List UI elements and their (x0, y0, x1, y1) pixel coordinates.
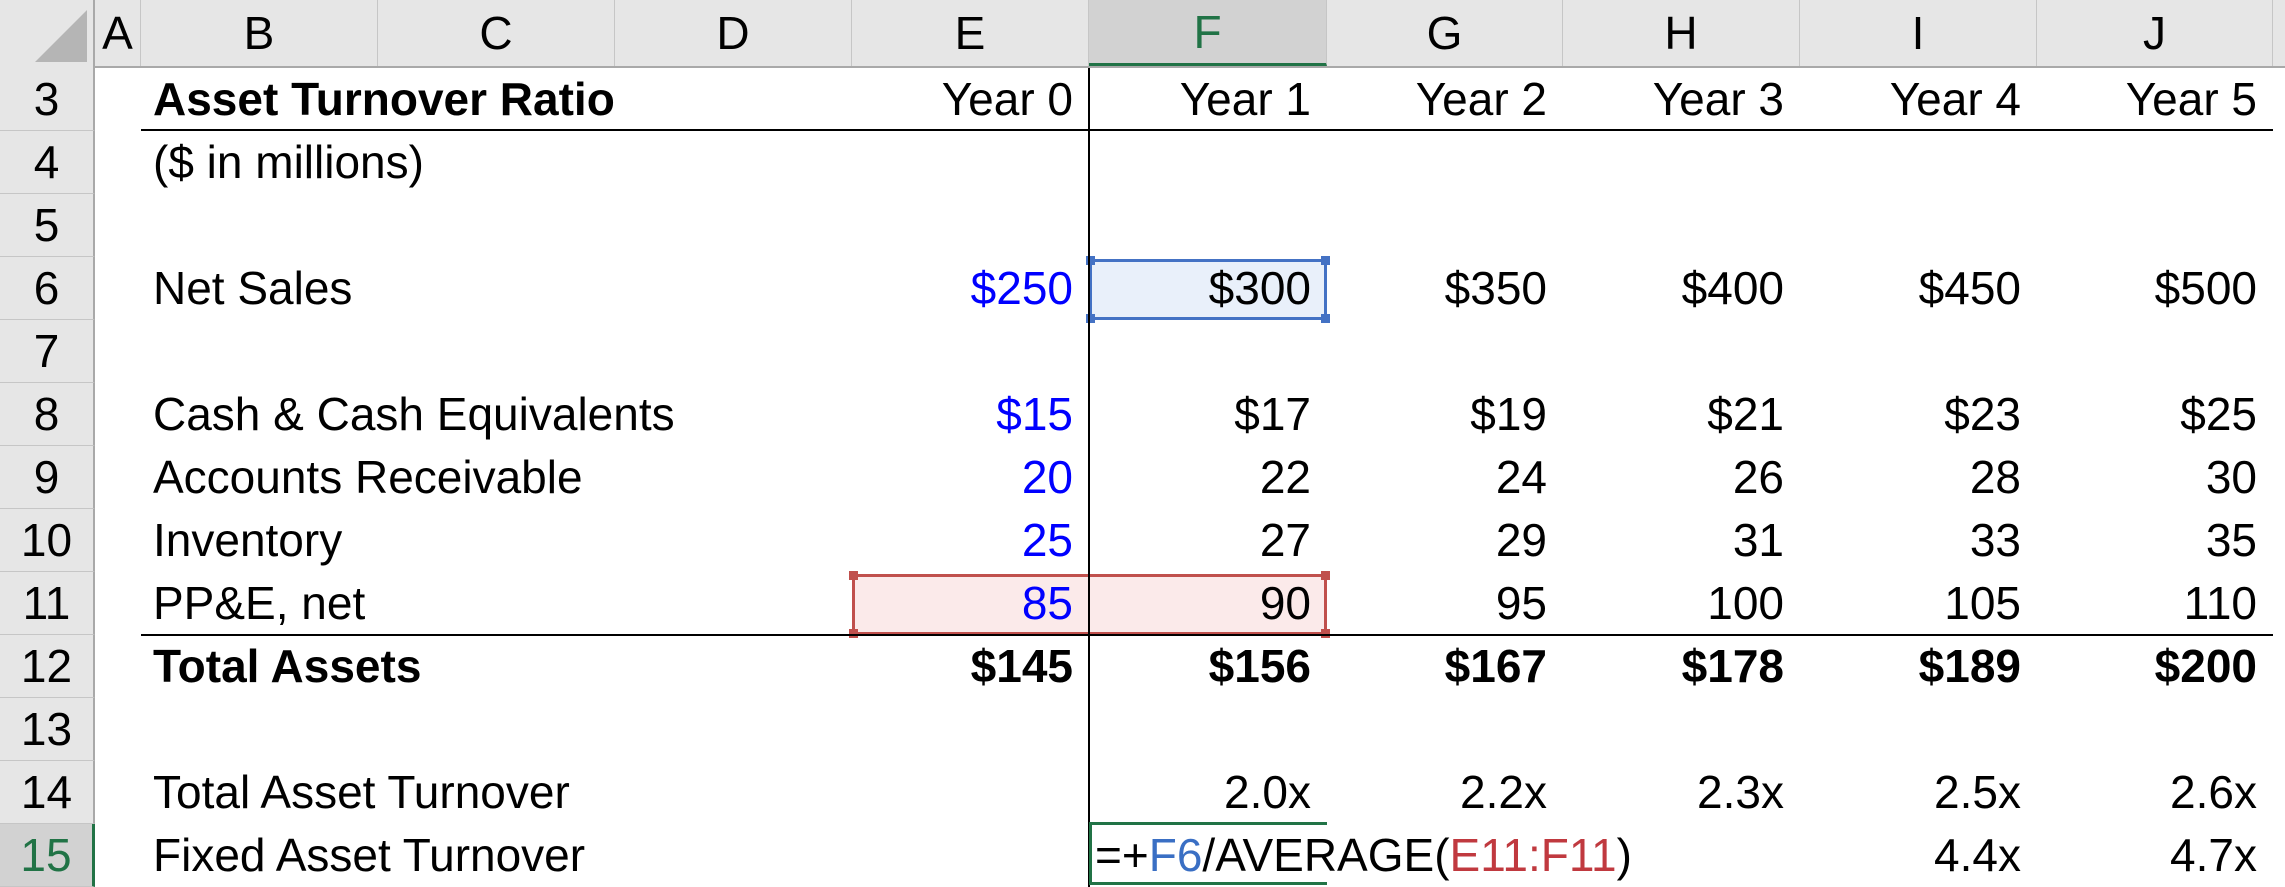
year-header-g: Year 2 (1415, 73, 1547, 125)
row-header-14[interactable]: 14 (0, 761, 95, 824)
column-header-b[interactable]: B (141, 0, 378, 66)
cell-h14[interactable]: 2.3x (1563, 761, 1800, 823)
cell-g6[interactable]: $350 (1327, 257, 1563, 319)
cell-f14[interactable]: 2.0x (1089, 761, 1327, 823)
row-label: Cash & Cash Equivalents (153, 388, 675, 440)
total-line (141, 634, 2273, 636)
cell-j10[interactable]: 35 (2037, 509, 2273, 571)
row-header-13[interactable]: 13 (0, 698, 95, 761)
cell-h11[interactable]: 100 (1563, 572, 1800, 634)
row-header-10[interactable]: 10 (0, 509, 95, 572)
column-header-k-partial[interactable] (2273, 0, 2285, 66)
year-header-e: Year 0 (941, 73, 1073, 125)
cell-i11[interactable]: 105 (1800, 572, 2037, 634)
cell-i10[interactable]: 33 (1800, 509, 2037, 571)
formula-part-blue-ref: F6 (1148, 829, 1203, 881)
column-header-d[interactable]: D (615, 0, 852, 66)
header-underline (141, 129, 2273, 131)
cell-g10[interactable]: 29 (1327, 509, 1563, 571)
row-header-3[interactable]: 3 (0, 68, 95, 131)
cell-h12[interactable]: $178 (1563, 635, 1800, 697)
cell-h10[interactable]: 31 (1563, 509, 1800, 571)
cell-i9[interactable]: 28 (1800, 446, 2037, 508)
cell-g8[interactable]: $19 (1327, 383, 1563, 445)
cell-g9[interactable]: 24 (1327, 446, 1563, 508)
cell-f12[interactable]: $156 (1089, 635, 1327, 697)
projection-divider (1088, 68, 1090, 887)
column-header-a[interactable]: A (95, 0, 141, 66)
cell-f9[interactable]: 22 (1089, 446, 1327, 508)
cell-j6[interactable]: $500 (2037, 257, 2273, 319)
cell-i14[interactable]: 2.5x (1800, 761, 2037, 823)
cell-i8[interactable]: $23 (1800, 383, 2037, 445)
formula-part-text: =+ (1095, 829, 1149, 881)
cell-h6[interactable]: $400 (1563, 257, 1800, 319)
formula-part-text: /AVERAGE( (1202, 829, 1450, 881)
column-header-j[interactable]: J (2037, 0, 2273, 66)
cell-j9[interactable]: 30 (2037, 446, 2273, 508)
cell-j15[interactable]: 4.7x (2037, 824, 2273, 886)
cell-f11[interactable]: 90 (1089, 572, 1327, 634)
cell-j8[interactable]: $25 (2037, 383, 2273, 445)
cell-e10[interactable]: 25 (852, 509, 1089, 571)
select-all-triangle-icon (35, 10, 87, 62)
column-header-i[interactable]: I (1800, 0, 2037, 66)
select-all-corner[interactable] (0, 0, 95, 68)
formula-part-text: ) (1616, 829, 1632, 881)
row-header-12[interactable]: 12 (0, 635, 95, 698)
row-label: Total Assets (153, 640, 422, 692)
row-label: Accounts Receivable (153, 451, 583, 503)
row-header-9[interactable]: 9 (0, 446, 95, 509)
cell-h9[interactable]: 26 (1563, 446, 1800, 508)
cell-g14[interactable]: 2.2x (1327, 761, 1563, 823)
cell-h8[interactable]: $21 (1563, 383, 1800, 445)
cell-j11[interactable]: 110 (2037, 572, 2273, 634)
cell-g11[interactable]: 95 (1327, 572, 1563, 634)
units-subtitle: ($ in millions) (153, 136, 424, 188)
year-header-h: Year 3 (1652, 73, 1784, 125)
row-header-6[interactable]: 6 (0, 257, 95, 320)
column-header-h[interactable]: H (1563, 0, 1800, 66)
row-header-4[interactable]: 4 (0, 131, 95, 194)
column-header-f[interactable]: F (1089, 0, 1327, 66)
cell-i6[interactable]: $450 (1800, 257, 2037, 319)
row-label: Fixed Asset Turnover (153, 829, 586, 881)
column-header-c[interactable]: C (378, 0, 615, 66)
year-header-f: Year 1 (1179, 73, 1311, 125)
year-header-i: Year 4 (1889, 73, 2021, 125)
row-label: Net Sales (153, 262, 353, 314)
cell-e9[interactable]: 20 (852, 446, 1089, 508)
formula-in-cell[interactable]: =+ F6/AVERAGE(E11:F11) (1089, 824, 1632, 886)
row-header-7[interactable]: 7 (0, 320, 95, 383)
row-header-15[interactable]: 15 (0, 824, 95, 887)
cell-f10[interactable]: 27 (1089, 509, 1327, 571)
row-header-11[interactable]: 11 (0, 572, 95, 635)
cell-i12[interactable]: $189 (1800, 635, 2037, 697)
cell-j12[interactable]: $200 (2037, 635, 2273, 697)
cell-g12[interactable]: $167 (1327, 635, 1563, 697)
row-label: Total Asset Turnover (153, 766, 570, 818)
cell-e8[interactable]: $15 (852, 383, 1089, 445)
spreadsheet-grid[interactable]: A B C D E F G H I J 3 4 5 6 7 8 9 10 11 12 13 14 15 Asset Turno… (0, 0, 2285, 887)
row-label: PP&E, net (153, 577, 366, 629)
cell-j14[interactable]: 2.6x (2037, 761, 2273, 823)
year-header-j: Year 5 (2125, 73, 2257, 125)
row-label: Inventory (153, 514, 343, 566)
row-header-8[interactable]: 8 (0, 383, 95, 446)
cell-e11[interactable]: 85 (852, 572, 1089, 634)
cell-f8[interactable]: $17 (1089, 383, 1327, 445)
column-header-g[interactable]: G (1327, 0, 1563, 66)
cell-i15[interactable]: 4.4x (1800, 824, 2037, 886)
cell-f6[interactable]: $300 (1089, 257, 1327, 319)
row-header-5[interactable]: 5 (0, 194, 95, 257)
cell-e6[interactable]: $250 (852, 257, 1089, 319)
column-header-e[interactable]: E (852, 0, 1089, 66)
formula-part-red-ref: E11:F11 (1449, 829, 1617, 881)
cell-e12[interactable]: $145 (852, 635, 1089, 697)
sheet-title: Asset Turnover Ratio (153, 73, 615, 125)
